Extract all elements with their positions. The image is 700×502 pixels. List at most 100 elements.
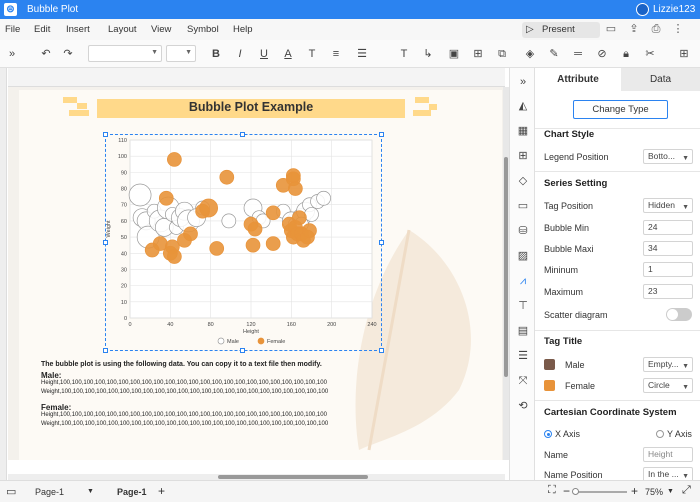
fill-bucket-icon[interactable]: ◭	[515, 98, 531, 114]
resize-handle[interactable]	[379, 132, 384, 137]
x-tick-label: 200	[327, 322, 336, 328]
database-icon[interactable]: ⛁	[515, 223, 531, 239]
zoom-level[interactable]: 75%	[645, 487, 663, 497]
add-page-icon[interactable]: +	[158, 484, 165, 498]
horizontal-scroll-thumb[interactable]	[218, 475, 368, 479]
text-style-icon[interactable]: T	[304, 46, 320, 62]
female-shape-select[interactable]: Circle ▼	[643, 378, 693, 393]
resize-handle[interactable]	[240, 348, 245, 353]
legend-position-select[interactable]: Botto... ▼	[643, 149, 693, 164]
page-view-icon[interactable]: ▭	[6, 485, 16, 498]
share-icon[interactable]: ⇪	[626, 21, 642, 37]
menu-view[interactable]: View	[151, 24, 171, 35]
align-objects-icon[interactable]: ⊞	[470, 46, 486, 62]
y-axis-radio[interactable]	[656, 430, 664, 438]
grid-icon[interactable]: ⊞	[515, 148, 531, 164]
maximum-input[interactable]: 23	[643, 284, 693, 299]
save-icon[interactable]: ▭	[603, 21, 619, 37]
font-family-select[interactable]: ▼	[88, 45, 162, 62]
bubble-chart[interactable]: 0 10 20 30 40 50 60 70 80 90 100 110 0 40 80 120 160 200 2…	[105, 134, 382, 351]
menu-edit[interactable]: Edit	[34, 24, 50, 35]
user-avatar[interactable]	[636, 3, 649, 16]
chart-style-heading: Chart Style	[544, 129, 595, 140]
resize-handle[interactable]	[379, 348, 384, 353]
redo-icon[interactable]: ↷	[60, 46, 76, 62]
align-icon[interactable]: ≡	[328, 46, 344, 62]
history-icon[interactable]: ⟲	[515, 398, 531, 414]
list-icon[interactable]: ☰	[515, 348, 531, 364]
x-axis-radio[interactable]	[544, 430, 552, 438]
more-tools-icon[interactable]: ⊞	[676, 46, 692, 62]
table-icon[interactable]: ▤	[515, 323, 531, 339]
intro-text: The bubble plot is using the following d…	[41, 361, 322, 368]
page-select[interactable]: Page-1	[35, 487, 64, 497]
text-box-icon[interactable]: T	[396, 46, 412, 62]
minimum-input[interactable]: 1	[643, 262, 693, 277]
collapse-panel-icon[interactable]: »	[515, 74, 531, 90]
font-size-select[interactable]: ▼	[166, 45, 196, 62]
zoom-slider-handle[interactable]	[572, 488, 579, 495]
underline-icon[interactable]: U	[256, 46, 272, 62]
menu-layout[interactable]: Layout	[108, 24, 137, 35]
pen-icon[interactable]: ✎	[546, 46, 562, 62]
bubble-min-input[interactable]: 24	[643, 220, 693, 235]
menu-insert[interactable]: Insert	[66, 24, 90, 35]
tag-position-select[interactable]: Hidden ▼	[643, 198, 693, 213]
menu-file[interactable]: File	[5, 24, 20, 35]
tools-icon[interactable]: ✂	[642, 46, 658, 62]
layers-icon[interactable]: ◇	[515, 173, 531, 189]
org-chart-icon[interactable]: ⊤	[515, 298, 531, 314]
menu-symbol[interactable]: Symbol	[187, 24, 219, 35]
fullscreen-icon[interactable]: ⤢	[682, 484, 691, 497]
female-height-data: Height,100,100,100,100,100,100,100,100,1…	[41, 412, 327, 418]
collapse-icon[interactable]: »	[4, 46, 20, 62]
zoom-out-icon[interactable]: −	[563, 484, 570, 498]
shape-icon[interactable]: ▣	[446, 46, 462, 62]
group-icon[interactable]: ⧉	[494, 46, 510, 62]
lock-icon[interactable]: 🔒︎	[618, 46, 634, 62]
zoom-in-icon[interactable]: +	[631, 484, 638, 498]
bubble-maxi-input[interactable]: 34	[643, 241, 693, 256]
italic-icon[interactable]: I	[232, 46, 248, 62]
image-icon[interactable]: ▦	[515, 123, 531, 139]
more-menu-icon[interactable]: ⋮	[670, 21, 686, 37]
scatter-diagram-toggle[interactable]	[666, 308, 692, 321]
zoom-slider[interactable]	[575, 491, 627, 493]
resize-handle[interactable]	[379, 240, 384, 245]
line-spacing-icon[interactable]: ☰	[354, 46, 370, 62]
change-type-button[interactable]: Change Type	[573, 100, 668, 119]
connect-icon[interactable]: ⤧	[515, 373, 531, 389]
resize-handle[interactable]	[103, 132, 108, 137]
document-page[interactable]: Bubble Plot Example 0 10 20 30 40 50 60 70 80 90 1…	[19, 90, 502, 460]
chevron-down-icon[interactable]: ▼	[87, 488, 94, 495]
tab-attribute[interactable]: Attribute	[535, 68, 621, 91]
resize-handle[interactable]	[240, 132, 245, 137]
print-icon[interactable]: ⎙	[648, 21, 664, 37]
user-name[interactable]: Lizzie123	[653, 4, 695, 15]
bold-icon[interactable]: B	[208, 46, 224, 62]
font-color-icon[interactable]: A	[280, 46, 296, 62]
menu-help[interactable]: Help	[233, 24, 253, 35]
line-style-icon[interactable]: ═	[570, 46, 586, 62]
crop-icon[interactable]: ⊘	[594, 46, 610, 62]
chart-icon[interactable]: ⩘	[515, 273, 531, 289]
tab-data[interactable]: Data	[621, 68, 700, 91]
male-color-swatch[interactable]	[544, 359, 555, 370]
legend-marker-female	[257, 337, 265, 345]
vertical-scroll-thumb[interactable]	[504, 157, 508, 377]
resize-handle[interactable]	[103, 240, 108, 245]
present-button[interactable]: ▷ Present	[522, 22, 600, 38]
slides-icon[interactable]: ▭	[515, 198, 531, 214]
male-shape-select[interactable]: Empty... ▼	[643, 357, 693, 372]
connector-icon[interactable]: ↳	[420, 46, 436, 62]
x-tick-label: 240	[367, 322, 376, 328]
resize-handle[interactable]	[103, 348, 108, 353]
chevron-down-icon[interactable]: ▼	[667, 488, 674, 495]
female-color-swatch[interactable]	[544, 380, 555, 391]
picture-icon[interactable]: ▨	[515, 248, 531, 264]
fit-page-icon[interactable]: ⛶	[548, 484, 556, 497]
page-tab[interactable]: Page-1	[117, 487, 147, 497]
axis-name-input[interactable]: Height	[643, 447, 693, 462]
fill-icon[interactable]: ◈	[522, 46, 538, 62]
undo-icon[interactable]: ↶	[38, 46, 54, 62]
